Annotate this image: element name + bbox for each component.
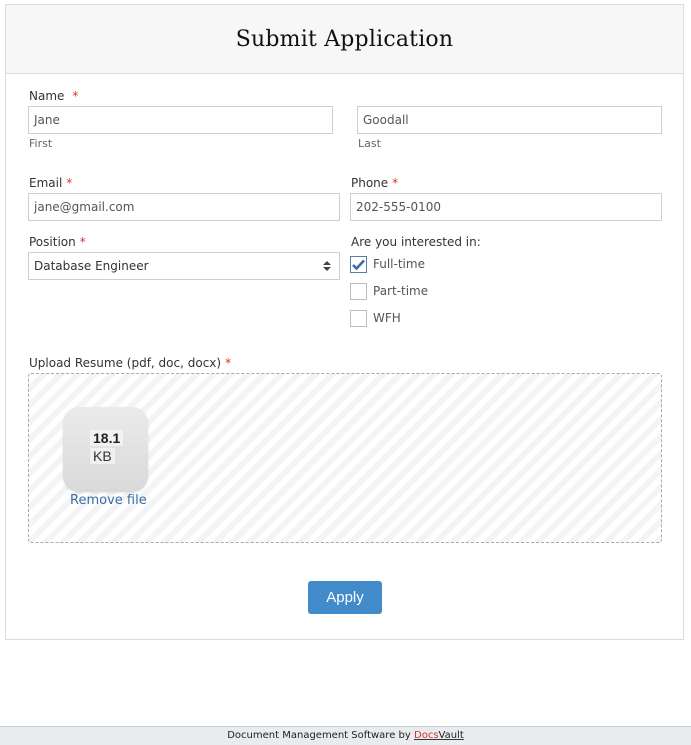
remove-file-link[interactable]: Remove file [70, 493, 147, 508]
upload-label: Upload Resume (pdf, doc, docx) * [29, 356, 231, 370]
checkbox-label: WFH [373, 311, 401, 325]
file-preview-thumbnail: 18.1 KB [63, 407, 148, 492]
file-size-value: 18.1 [90, 430, 124, 446]
required-mark: * [66, 176, 73, 190]
footer: Document Management Software by DocsVaul… [0, 726, 691, 745]
footer-text: Document Management Software by [227, 730, 411, 741]
email-label: Email * [29, 176, 72, 190]
interests-label: Are you interested in: [351, 235, 481, 249]
checkbox-box[interactable] [350, 282, 367, 300]
brand-part-1: Docs [414, 730, 439, 741]
brand-part-2: Vault [438, 730, 464, 741]
phone-label: Phone * [351, 176, 398, 190]
checkbox-full-time[interactable]: Full-time [350, 254, 425, 274]
email-label-text: Email [29, 176, 63, 190]
resume-dropzone[interactable]: 18.1 KB Remove file [28, 373, 662, 543]
application-form-panel: Submit Application [5, 4, 684, 640]
checkbox-wfh[interactable]: WFH [350, 308, 401, 328]
checkbox-part-time[interactable]: Part-time [350, 281, 428, 301]
apply-button[interactable]: Apply [308, 581, 382, 614]
checkbox-box[interactable] [350, 255, 367, 273]
name-label-text: Name [29, 89, 65, 103]
phone-label-text: Phone [351, 176, 389, 190]
position-label: Position * [29, 235, 86, 249]
last-name-input[interactable]: Goodall [357, 106, 662, 134]
first-name-sublabel: First [29, 137, 53, 150]
position-select[interactable]: Database Engineer [28, 252, 340, 280]
position-label-text: Position [29, 235, 76, 249]
name-label: Name * [29, 89, 78, 103]
first-name-input[interactable]: Jane [28, 106, 333, 134]
required-mark: * [79, 235, 86, 249]
checkmark-icon [352, 259, 365, 270]
upload-label-text: Upload Resume (pdf, doc, docx) [29, 356, 222, 370]
required-mark: * [225, 356, 232, 370]
file-size-unit: KB [90, 448, 115, 464]
checkbox-box[interactable] [350, 309, 367, 327]
email-input[interactable]: jane@gmail.com [28, 193, 340, 221]
page-title: Submit Application [235, 26, 454, 52]
docsvault-link[interactable]: DocsVault [414, 730, 464, 741]
sort-arrows-icon [323, 261, 331, 271]
position-selected-value: Database Engineer [34, 259, 149, 273]
last-name-sublabel: Last [358, 137, 381, 150]
required-mark: * [392, 176, 399, 190]
required-mark: * [72, 89, 79, 103]
panel-header: Submit Application [6, 5, 683, 74]
checkbox-label: Full-time [373, 257, 425, 271]
phone-input[interactable]: 202-555-0100 [350, 193, 662, 221]
checkbox-label: Part-time [373, 284, 429, 298]
